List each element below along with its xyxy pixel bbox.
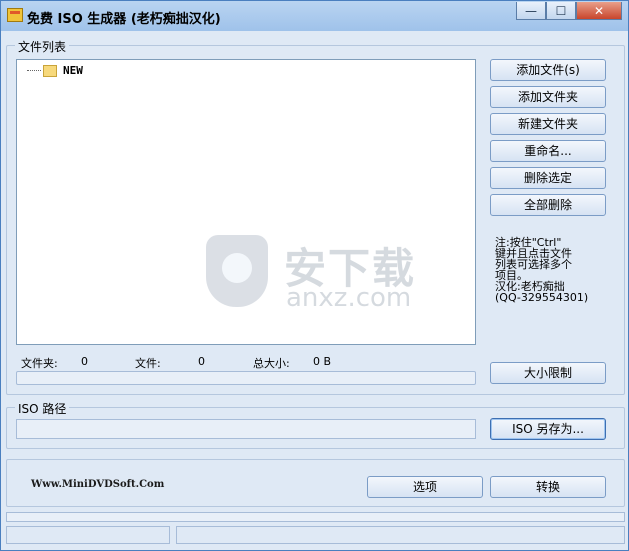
note-line: (QQ-329554301) <box>495 291 589 304</box>
window-title: 免费 ISO 生成器 (老朽痴拙汉化) <box>27 12 221 27</box>
folders-label: 文件夹: <box>21 357 58 370</box>
close-button[interactable]: ✕ <box>576 2 622 20</box>
file-list-label: 文件列表 <box>15 38 70 55</box>
status-cell-left <box>6 526 170 544</box>
convert-button[interactable]: 转换 <box>490 476 606 498</box>
usage-note: 注:按住"Ctrl" 键并且点击文件 列表可选择多个 项目。 汉化:老朽痴拙 (… <box>495 237 619 303</box>
minimize-button[interactable]: — <box>516 2 546 20</box>
tree-connector <box>27 70 41 71</box>
folder-icon <box>43 64 57 77</box>
iso-save-as-button[interactable]: ISO 另存为... <box>490 418 606 440</box>
shield-icon <box>206 235 268 307</box>
delete-selected-button[interactable]: 删除选定 <box>490 167 606 189</box>
website-link[interactable]: Www.MiniDVDSoft.Com <box>31 479 164 490</box>
window-controls: — ☐ ✕ <box>516 2 622 20</box>
main-window: 免费 ISO 生成器 (老朽痴拙汉化) — ☐ ✕ 文件列表 NEW 安下载 a… <box>0 0 629 551</box>
size-limit-button[interactable]: 大小限制 <box>490 362 606 384</box>
watermark: 安下载 anxz.com <box>206 231 426 321</box>
watermark-subtext: anxz.com <box>286 283 412 313</box>
folders-count: 0 <box>81 355 88 368</box>
new-folder-button[interactable]: 新建文件夹 <box>490 113 606 135</box>
maximize-button[interactable]: ☐ <box>546 2 576 20</box>
total-size-value: 0 B <box>313 355 332 368</box>
title-bar[interactable]: 免费 ISO 生成器 (老朽痴拙汉化) — ☐ ✕ <box>1 1 628 31</box>
size-progress-bar <box>16 371 476 385</box>
tree-node-new[interactable]: NEW <box>27 64 83 77</box>
tree-node-label: NEW <box>63 64 83 77</box>
files-count: 0 <box>198 355 205 368</box>
total-size-label: 总大小: <box>253 357 290 370</box>
delete-all-button[interactable]: 全部删除 <box>490 194 606 216</box>
status-cell-right <box>176 526 625 544</box>
add-folder-button[interactable]: 添加文件夹 <box>490 86 606 108</box>
iso-path-field[interactable] <box>16 419 476 439</box>
options-button[interactable]: 选项 <box>367 476 483 498</box>
status-progress-bar <box>6 512 625 522</box>
iso-path-label: ISO 路径 <box>15 400 70 417</box>
app-icon <box>7 8 23 22</box>
add-file-button[interactable]: 添加文件(s) <box>490 59 606 81</box>
rename-button[interactable]: 重命名... <box>490 140 606 162</box>
files-label: 文件: <box>135 357 161 370</box>
